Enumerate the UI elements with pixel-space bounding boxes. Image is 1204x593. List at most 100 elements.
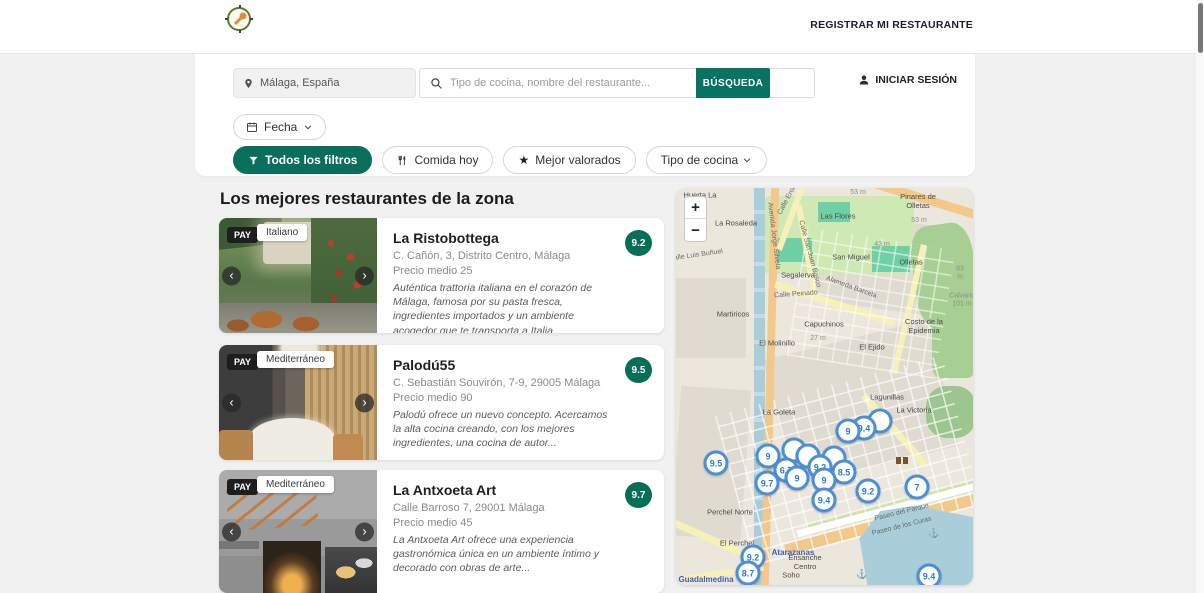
carousel-next-button[interactable]: › (355, 266, 374, 285)
rating-badge: 9.5 (625, 357, 652, 383)
map-castle-icon (896, 457, 908, 464)
top-header: REGISTRAR MI RESTAURANTE (0, 0, 1204, 54)
zoom-in-button[interactable]: + (685, 197, 706, 219)
restaurant-info: Palodú55 C. Sebastián Souvirón, 7-9, 290… (377, 345, 664, 460)
restaurant-description: La Antxoeta Art ofrece una experiencia g… (393, 533, 618, 576)
map-place-label: Capuchinos (804, 320, 844, 329)
map-rating-marker[interactable]: 7 (905, 475, 930, 500)
map-place-label: 53 m (911, 217, 927, 225)
cuisine-type-label: Tipo de cocina (661, 153, 739, 167)
photo-decor (325, 547, 377, 593)
restaurant-description: Auténtica trattoria italiana en el coraz… (393, 281, 618, 333)
map-rating-marker[interactable]: 9 (785, 466, 810, 491)
map-place-label: Martiricos (717, 310, 750, 319)
map-rating-marker[interactable]: 9.5 (704, 451, 729, 476)
location-field[interactable] (233, 68, 416, 98)
location-input[interactable] (260, 77, 406, 89)
search-box: BÚSQUEDA (419, 68, 815, 98)
map-place-label: La Victoria (896, 406, 931, 415)
cuisine-type-chip[interactable]: Tipo de cocina (646, 146, 768, 174)
search-button[interactable]: BÚSQUEDA (696, 68, 770, 98)
scrollbar-track[interactable] (1196, 0, 1204, 593)
chevron-down-icon (303, 122, 313, 132)
cuisine-badge: Italiano (257, 224, 307, 241)
page: REGISTRAR MI RESTAURANTE BÚSQUEDA INICIA… (0, 0, 1204, 593)
photo-decor (249, 418, 335, 460)
restaurant-price: Precio medio 90 (393, 392, 618, 404)
restaurant-info: La Ristobottega C. Cañón, 3, Distrito Ce… (377, 218, 664, 333)
pay-badge: PAY (227, 479, 258, 495)
app-logo-icon[interactable] (227, 7, 251, 31)
restaurant-card[interactable]: PAY Mediterráneo ‹ › La Antxoeta Art Cal… (219, 470, 664, 593)
map-street-label: Calle Luis Buñuel (676, 248, 724, 264)
restaurant-photo: PAY Mediterráneo ‹ › (219, 345, 377, 460)
carousel-prev-button[interactable]: ‹ (222, 266, 241, 285)
carousel-prev-button[interactable]: ‹ (222, 522, 241, 541)
map-place-label: San Miguel (832, 253, 870, 262)
photo-decor (219, 541, 259, 549)
carousel-next-button[interactable]: › (355, 393, 374, 412)
map-rating-marker[interactable]: 8.7 (736, 561, 761, 586)
cutlery-icon (397, 155, 408, 166)
top-rated-chip[interactable]: ★ Mejor valorados (503, 146, 635, 174)
cuisine-badge: Mediterráneo (257, 351, 334, 368)
carousel-next-button[interactable]: › (355, 522, 374, 541)
map-rating-marker[interactable]: 9 (836, 419, 861, 444)
map-place-label: Soho (782, 571, 800, 580)
filter-chips-row: Todos los filtros Comida hoy ★ Mejor val… (233, 146, 767, 174)
restaurant-name[interactable]: La Antxoeta Art (393, 482, 618, 498)
all-filters-chip[interactable]: Todos los filtros (233, 146, 372, 174)
register-restaurant-link[interactable]: REGISTRAR MI RESTAURANTE (810, 19, 973, 31)
map-place-label: Costo de la Epidemia (905, 317, 943, 335)
map-rating-marker[interactable]: 9.2 (856, 479, 881, 504)
map-place-label: Lagunillas (870, 393, 904, 402)
scrollbar-thumb[interactable] (1198, 3, 1203, 53)
map-rating-marker[interactable]: 9.7 (755, 471, 780, 496)
map-place-label: Las Flores (820, 212, 855, 221)
map-rating-marker[interactable]: 9.4 (917, 564, 942, 586)
map-rating-marker[interactable]: 9.4 (812, 488, 837, 513)
pay-badge: PAY (227, 354, 258, 370)
map-place-label: Guadalmedina (678, 575, 733, 585)
restaurant-price: Precio medio 25 (393, 265, 618, 277)
photo-decor (219, 303, 377, 333)
date-filter-chip[interactable]: Fecha (233, 114, 326, 140)
map-zoom-control: + − (684, 196, 707, 242)
calendar-icon (246, 121, 258, 133)
photo-decor (219, 430, 253, 460)
restaurant-name[interactable]: La Ristobottega (393, 230, 618, 246)
restaurant-description: Palodú ofrece un nuevo concepto. Acercam… (393, 408, 618, 451)
carousel-prev-button[interactable]: ‹ (222, 393, 241, 412)
restaurant-card[interactable]: PAY Italiano ‹ › La Ristobottega C. Cañó… (219, 218, 664, 333)
search-filter-panel: BÚSQUEDA INICIAR SESIÓN Fecha Todos los … (195, 54, 975, 176)
photo-decor (333, 434, 363, 460)
location-pin-icon (243, 78, 254, 89)
map-place-label: Ensanche Centro (788, 553, 821, 571)
restaurant-photo: PAY Italiano ‹ › (219, 218, 377, 333)
person-icon (858, 74, 870, 86)
restaurant-name[interactable]: Palodú55 (393, 357, 618, 373)
star-icon: ★ (518, 154, 529, 166)
search-input[interactable] (450, 77, 696, 89)
map-place-label: El Molinillo (759, 339, 795, 348)
date-filter-label: Fecha (264, 120, 297, 134)
restaurant-card[interactable]: PAY Mediterráneo ‹ › Palodú55 C. Sebasti… (219, 345, 664, 460)
zoom-out-button[interactable]: − (685, 219, 706, 241)
map-place-label: El Ejido (859, 343, 884, 352)
results-map[interactable]: ⚓ ⚓ + − Huerta LaLa RosaledaLas FloresPi… (676, 188, 973, 585)
lunch-today-chip[interactable]: Comida hoy (382, 146, 493, 174)
login-button[interactable]: INICIAR SESIÓN (858, 74, 957, 86)
restaurant-photo: PAY Mediterráneo ‹ › (219, 470, 377, 593)
login-label: INICIAR SESIÓN (875, 74, 957, 86)
map-place-label: 53 m (850, 189, 866, 197)
map-place-label: 43 m (874, 241, 890, 249)
anchor-icon: ⚓ (928, 528, 939, 539)
pay-badge: PAY (227, 227, 258, 243)
rating-badge: 9.7 (625, 482, 652, 508)
restaurant-address: C. Cañón, 3, Distrito Centro, Málaga (393, 250, 618, 262)
rating-badge: 9.2 (625, 230, 652, 256)
map-place-label: La Goleta (763, 408, 796, 417)
map-place-label: La Rosaleda (715, 219, 757, 228)
restaurant-address: Calle Barroso 7, 29001 Málaga (393, 502, 618, 514)
all-filters-label: Todos los filtros (265, 153, 357, 167)
